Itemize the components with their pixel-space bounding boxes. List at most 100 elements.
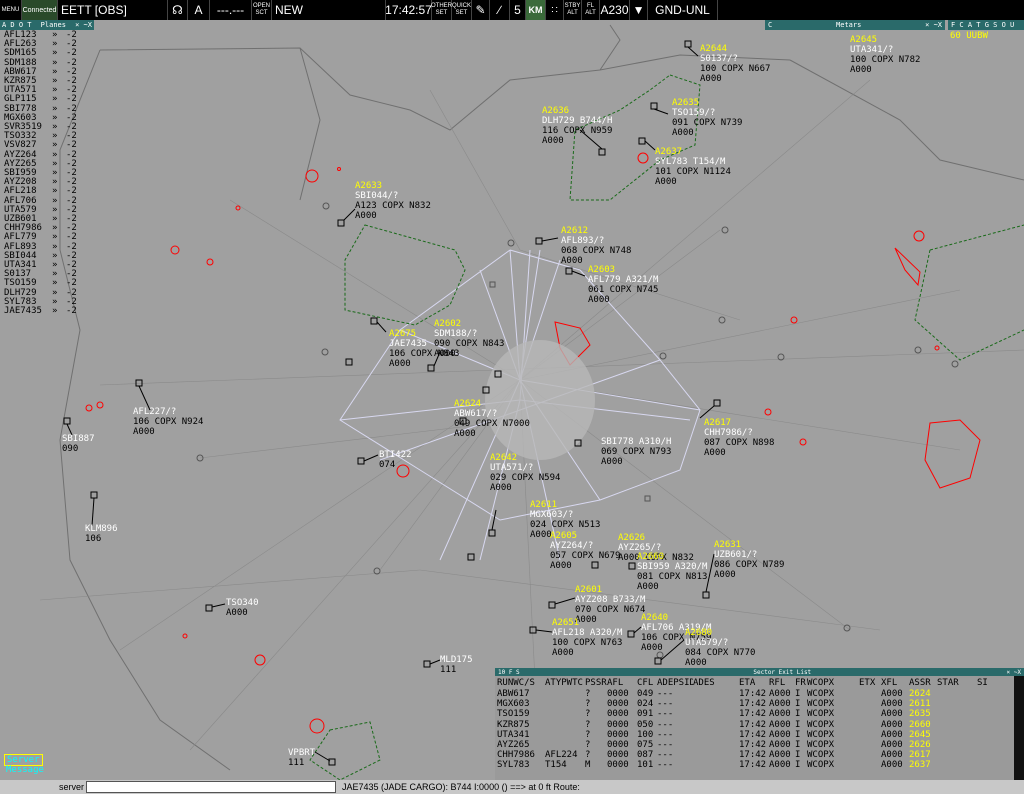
- aircraft-tag[interactable]: A2660 SBI959 A320/M 081 COPX N813 A000: [637, 552, 707, 592]
- plane-value: -2: [66, 306, 77, 317]
- aircraft-tag[interactable]: A2633 SBI044/? A123 COPX N832 A000: [355, 181, 431, 221]
- tag-altitude-line: A000: [550, 561, 572, 571]
- fl-alt-button[interactable]: FL ALT: [582, 0, 600, 20]
- sector-exit-column-header[interactable]: PSSR: [585, 678, 607, 689]
- sector-exit-row[interactable]: ABW617? 0000 049 --- 17:42 A000 I WCOPX A000 2624: [495, 689, 1024, 699]
- open-sector-bottom: SCT: [255, 10, 268, 16]
- sector-exit-row[interactable]: AYZ265? 0000 075 --- 17:42 A000 I WCOPX A000 2626: [495, 740, 1024, 750]
- tag-callsign: ABW617/?: [454, 409, 498, 419]
- unit-toggle[interactable]: KM: [526, 0, 546, 20]
- aircraft-tag[interactable]: A2631 UZB601/? 086 COPX N789 A000: [714, 540, 784, 580]
- top-toolbar: MENU Connected EETT [OBS] ☊ A ---.--- OP…: [0, 0, 1024, 20]
- sel-rfl: A000: [769, 760, 791, 771]
- sel-wtc: ?: [585, 699, 591, 710]
- open-sector-button[interactable]: OPEN SCT: [252, 0, 272, 20]
- sector-exit-row[interactable]: SYL783 T154 M 0000 101 --- 17:42 A000 I WCOPX A000…: [495, 760, 1024, 770]
- sector-exit-column-header[interactable]: RUNWC/S: [495, 678, 545, 689]
- sel-cfl: ---: [657, 689, 674, 699]
- transition-altitude[interactable]: A230: [600, 0, 630, 20]
- sel-assr: 2645: [909, 729, 931, 740]
- sector-exit-column-header[interactable]: CFL: [637, 678, 657, 689]
- aircraft-tag[interactable]: A2617 CHH7986/? 087 COPX N898 A000: [704, 418, 774, 458]
- aircraft-tag[interactable]: AFL227/? 106 COPX N924 A000: [133, 407, 203, 437]
- aircraft-tag[interactable]: A2605 AYZ264/? 057 COPX N679 A000: [550, 531, 620, 571]
- sel-aircraft-type: [545, 720, 585, 730]
- other-set-button[interactable]: OTHER SET: [431, 0, 452, 20]
- aircraft-tag[interactable]: A2642 UTA571/? 029 COPX N594 A000: [490, 453, 560, 493]
- sector-exit-close-icon[interactable]: × ~X: [1007, 669, 1021, 676]
- altitude-filter[interactable]: GND-UNL: [648, 0, 718, 20]
- metars-header[interactable]: C Metars × ~X: [765, 20, 945, 30]
- aircraft-tag[interactable]: A2645 UTA341/? 100 COPX N782 A000: [850, 35, 920, 75]
- sector-exit-column-header[interactable]: ADES: [693, 678, 739, 689]
- clock-display: 17:42:57: [385, 0, 432, 20]
- aircraft-tag[interactable]: A2651 AFL218 A320/M 100 COPX N763 A000: [552, 618, 622, 658]
- aircraft-tag[interactable]: KLM896 106: [85, 524, 118, 544]
- aircraft-tag[interactable]: A2612 AFL893/? 068 COPX N748 A000: [561, 226, 631, 266]
- frequency-display[interactable]: ---.---: [210, 0, 252, 20]
- sector-exit-column-header[interactable]: SI: [977, 678, 988, 689]
- sector-exit-column-header[interactable]: ASSR: [909, 678, 937, 689]
- planes-list-header[interactable]: A D O T Planes × ~X: [0, 20, 94, 30]
- plane-list-item[interactable]: JAE7435 » -2: [4, 306, 94, 317]
- sector-exit-header[interactable]: 10 F S Sector Exit List × ~X: [495, 668, 1024, 676]
- fcat-header[interactable]: F C A T G S O U: [948, 20, 1024, 30]
- plane-direction: »: [52, 306, 58, 317]
- aircraft-tag[interactable]: A2680 UTA579/? 084 COPX N770 A000: [685, 628, 755, 668]
- sector-exit-column-header[interactable]: ETA: [739, 678, 769, 689]
- sector-exit-column-header[interactable]: STAR: [937, 678, 977, 689]
- sector-exit-column-header[interactable]: XFL: [881, 678, 909, 689]
- quick-set-button[interactable]: QUICK SET: [452, 0, 472, 20]
- aircraft-tag[interactable]: A2603 AFL779 A321/M 061 COPX N745 A000: [588, 265, 658, 305]
- tag-squawk: A2601: [575, 585, 603, 595]
- sel-eta: 17:42: [739, 699, 767, 710]
- sector-exit-column-header[interactable]: AFL: [607, 678, 637, 689]
- aircraft-tag[interactable]: SBI887 090: [62, 434, 95, 454]
- aircraft-tag[interactable]: VPBRT 111: [288, 748, 315, 768]
- sector-exit-column-header[interactable]: ETX: [859, 678, 881, 689]
- sel-copx: WCOPX: [807, 750, 835, 761]
- sector-exit-column-header[interactable]: ADEPSID: [657, 678, 693, 689]
- sector-exit-row[interactable]: KZR875? 0000 050 --- 17:42 A000 I WCOPX A000 2660: [495, 720, 1024, 730]
- command-input[interactable]: [86, 781, 336, 793]
- sector-exit-row[interactable]: UTA341? 0000 100 --- 17:42 A000 I WCOPX A000 2645: [495, 730, 1024, 740]
- range-display[interactable]: 5: [510, 0, 526, 20]
- aircraft-tag[interactable]: A2637 SYL783 T154/M 101 COPX N1124 A000: [655, 147, 731, 187]
- tag-squawk: A2631: [714, 540, 742, 550]
- planes-close-icon[interactable]: × ~X: [75, 21, 92, 29]
- aircraft-tag[interactable]: BTI422 074: [379, 450, 412, 470]
- frequency-channel[interactable]: A: [188, 0, 210, 20]
- connection-status-button[interactable]: Connected: [22, 0, 58, 20]
- sector-exit-column-header[interactable]: RFL: [769, 678, 795, 689]
- filter-icon[interactable]: ▼: [630, 0, 648, 20]
- headset-icon[interactable]: ☊: [168, 0, 188, 20]
- metar-value[interactable]: 60 UUBW: [950, 31, 988, 41]
- aircraft-tag[interactable]: SBI778 A310/H 069 COPX N793 A000: [601, 437, 671, 467]
- aircraft-tag[interactable]: A2624 ABW617/? 049 COPX N7000 A000: [454, 399, 530, 439]
- ruler-icon[interactable]: ∕: [490, 0, 510, 20]
- pen-icon[interactable]: ✎: [472, 0, 490, 20]
- metars-close-icon[interactable]: × ~X: [925, 21, 942, 29]
- message-tab[interactable]: Message: [4, 765, 46, 775]
- aircraft-tag[interactable]: MLD175 111: [440, 655, 473, 675]
- sector-exit-column-header[interactable]: ATYPWTC: [545, 678, 585, 689]
- quick-set-bottom: SET: [455, 10, 468, 16]
- tag-level-line: 106: [85, 534, 102, 544]
- aircraft-tag[interactable]: A2675 JAE7435 106 COPX N843 A000: [389, 329, 459, 369]
- aircraft-tag[interactable]: A2636 DLH729 B744/H 116 COPX N959 A000: [542, 106, 612, 146]
- profile-display[interactable]: NEW: [272, 0, 386, 20]
- aircraft-tag[interactable]: A2644 S0137/? 100 COPX N667 A000: [700, 44, 770, 84]
- menu-button[interactable]: MENU: [0, 0, 22, 20]
- grid-icon[interactable]: ∷: [546, 0, 564, 20]
- aircraft-tag[interactable]: TSO340 A000: [226, 598, 259, 618]
- sector-exit-row[interactable]: CHH7986 AFL224? 0000 087 --- 17:42 A000 I WCOPX A…: [495, 750, 1024, 760]
- aircraft-tag[interactable]: A2635 TSO159/? 091 COPX N739 A000: [672, 98, 742, 138]
- sector-exit-row[interactable]: TSO159? 0000 091 --- 17:42 A000 I WCOPX A000 2635: [495, 709, 1024, 719]
- sector-exit-column-header[interactable]: WCOPX: [807, 678, 859, 689]
- sector-exit-column-header[interactable]: FR: [795, 678, 807, 689]
- sector-exit-scrollbar[interactable]: [1014, 676, 1024, 780]
- sel-aircraft-type: AFL224: [545, 750, 578, 761]
- sector-exit-row[interactable]: MGX603? 0000 024 --- 17:42 A000 I WCOPX A000 2611: [495, 699, 1024, 709]
- stby-alt-button[interactable]: STBY ALT: [564, 0, 582, 20]
